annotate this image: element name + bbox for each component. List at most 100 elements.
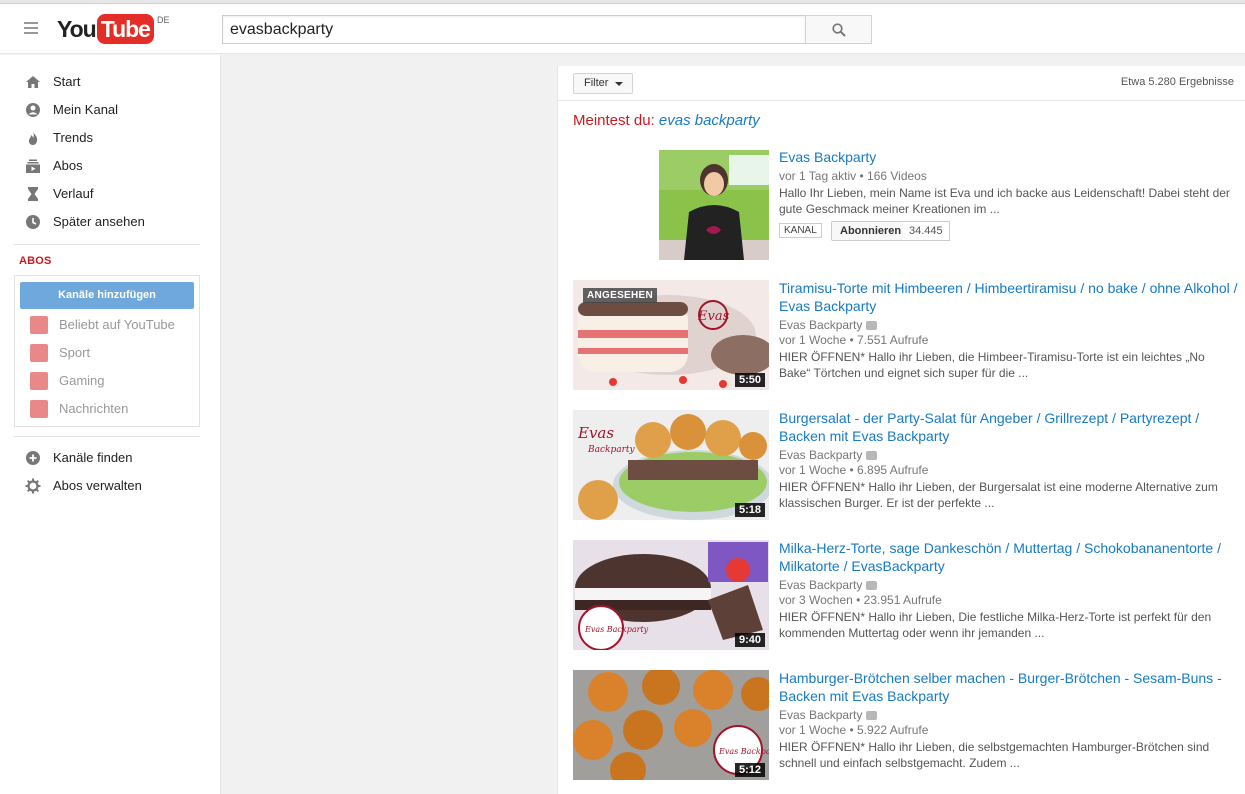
did-you-mean: Meintest du: evas backparty — [573, 112, 760, 129]
search-input[interactable]: evasbackparty — [222, 15, 806, 44]
nav-manage-abos-label: Abos verwalten — [53, 478, 142, 493]
nav-my-channel-label: Mein Kanal — [53, 102, 119, 117]
svg-text:Evas Backparty: Evas Backparty — [584, 625, 649, 634]
video-channel-name: Evas Backparty — [779, 708, 863, 722]
video-channel-name: Evas Backparty — [779, 318, 863, 332]
filter-button[interactable]: Filter — [573, 73, 633, 94]
nav-watch-later-label: Später ansehen — [53, 214, 145, 229]
video-thumbnail[interactable]: Evas Backparty 9:40 — [573, 540, 769, 650]
flame-icon — [28, 131, 38, 145]
nav-abos-label: Abos — [53, 158, 83, 173]
svg-text:Evas: Evas — [697, 309, 730, 324]
did-you-mean-link[interactable]: evas backparty — [659, 112, 760, 129]
channel-thumbnail[interactable] — [659, 150, 769, 260]
video-title[interactable]: Burgersalat - der Party-Salat für Angebe… — [779, 409, 1239, 445]
video-duration: 9:40 — [734, 633, 765, 647]
results-panel: Filter Etwa 5.280 Ergebnisse Meintest du… — [557, 66, 1245, 794]
gear-icon — [25, 478, 41, 494]
video-meta: vor 1 Woche • 7.551 Aufrufe — [779, 333, 929, 347]
masthead: You Tube DE evasbackparty — [0, 4, 1245, 54]
channel-meta: vor 1 Tag aktiv • 166 Videos — [779, 169, 927, 183]
channel-description: Hallo Ihr Lieben, mein Name ist Eva und … — [779, 186, 1230, 216]
clock-icon — [26, 215, 40, 229]
video-description: HIER ÖFFNEN* Hallo ihr Lieben, die Himbe… — [779, 350, 1205, 380]
nav-start[interactable]: Start — [0, 68, 220, 96]
add-channels-button[interactable]: Kanäle hinzufügen — [20, 282, 194, 309]
nav-my-channel[interactable]: Mein Kanal — [0, 96, 220, 124]
channel-title[interactable]: Evas Backparty — [779, 149, 876, 165]
nav-abos[interactable]: Abos — [0, 152, 220, 180]
logo-region: DE — [156, 15, 170, 25]
video-duration: 5:18 — [734, 503, 765, 517]
video-meta: vor 3 Wochen • 23.951 Aufrufe — [779, 593, 942, 607]
watched-badge: ANGESEHEN — [583, 288, 658, 303]
video-title[interactable]: Tiramisu-Torte mit Himbeeren / Himbeerti… — [779, 279, 1239, 315]
logo-you: You — [57, 16, 97, 42]
svg-text:Evas: Evas — [577, 424, 614, 442]
video-channel[interactable]: Evas Backparty — [779, 318, 878, 332]
subscriber-count: 34.445 — [903, 221, 950, 241]
svg-text:Backparty: Backparty — [587, 445, 636, 455]
video-thumbnail[interactable]: Evas Backparty 5:12 — [573, 670, 769, 780]
sidebar-divider — [14, 436, 200, 437]
nav-watch-later[interactable]: Später ansehen — [0, 208, 220, 236]
video-channel[interactable]: Evas Backparty — [779, 448, 878, 462]
results-divider — [558, 100, 1245, 101]
nav-history[interactable]: Verlauf — [0, 180, 220, 208]
nav-find-channels-label: Kanäle finden — [53, 450, 133, 465]
nav-find-channels[interactable]: Kanäle finden — [0, 444, 220, 472]
sub-item-gaming[interactable]: Gaming — [15, 367, 199, 393]
sub-item-label: Nachrichten — [59, 401, 129, 416]
news-icon — [30, 400, 48, 418]
video-description: HIER ÖFFNEN* Hallo ihr Lieben, die selbs… — [779, 740, 1210, 770]
star-icon — [30, 316, 48, 334]
nav-start-label: Start — [53, 74, 81, 89]
abos-heading: ABOS — [19, 255, 52, 267]
logo-tube: Tube — [96, 14, 154, 44]
nav-trends-label: Trends — [53, 130, 93, 145]
nav-history-label: Verlauf — [53, 186, 94, 201]
verified-icon — [866, 711, 878, 720]
nav-trends[interactable]: Trends — [0, 124, 220, 152]
video-channel-name: Evas Backparty — [779, 578, 863, 592]
search-button[interactable] — [805, 15, 872, 44]
video-title[interactable]: Milka-Herz-Torte, sage Dankeschön / Mutt… — [779, 539, 1239, 575]
sub-item-label: Gaming — [59, 373, 105, 388]
subscriptions-icon — [26, 159, 40, 173]
abos-box: Kanäle hinzufügen Beliebt auf YouTube Sp… — [14, 275, 200, 427]
sub-item-label: Sport — [59, 345, 91, 360]
sidebar-divider — [14, 244, 200, 245]
youtube-logo[interactable]: You Tube DE — [57, 14, 169, 44]
hourglass-icon — [28, 187, 38, 201]
subscribe-button[interactable]: Abonnieren — [831, 221, 911, 241]
filter-label: Filter — [584, 77, 609, 89]
video-channel[interactable]: Evas Backparty — [779, 708, 878, 722]
guide-sidebar: Start Mein Kanal Trends Abos Verlauf Spä… — [0, 55, 221, 794]
chevron-down-icon — [615, 82, 623, 86]
menu-icon[interactable] — [24, 22, 40, 34]
video-channel-name: Evas Backparty — [779, 448, 863, 462]
video-description: HIER ÖFFNEN* Hallo ihr Lieben, Die festl… — [779, 610, 1212, 640]
video-thumbnail[interactable]: Evas ANGESEHEN 5:50 — [573, 280, 769, 390]
video-meta: vor 1 Woche • 6.895 Aufrufe — [779, 463, 929, 477]
video-description: HIER ÖFFNEN* Hallo ihr Lieben, der Burge… — [779, 480, 1218, 510]
account-icon — [26, 103, 40, 117]
did-you-mean-prefix: Meintest du: — [573, 112, 655, 129]
video-thumbnail[interactable]: Evas Backparty 5:18 — [573, 410, 769, 520]
svg-text:Evas Backparty: Evas Backparty — [718, 747, 769, 756]
gamepad-icon — [30, 372, 48, 390]
plus-circle-icon — [26, 451, 40, 465]
sub-item-news[interactable]: Nachrichten — [15, 395, 199, 421]
video-duration: 5:12 — [734, 763, 765, 777]
video-duration: 5:50 — [734, 373, 765, 387]
sub-item-sport[interactable]: Sport — [15, 339, 199, 365]
verified-icon — [866, 321, 878, 330]
sub-item-label: Beliebt auf YouTube — [59, 317, 175, 332]
nav-manage-abos[interactable]: Abos verwalten — [0, 472, 220, 500]
results-count: Etwa 5.280 Ergebnisse — [1120, 76, 1234, 88]
verified-icon — [866, 451, 878, 460]
sub-item-popular[interactable]: Beliebt auf YouTube — [15, 311, 199, 337]
channel-badge: KANAL — [779, 223, 822, 238]
video-channel[interactable]: Evas Backparty — [779, 578, 878, 592]
video-title[interactable]: Hamburger-Brötchen selber machen - Burge… — [779, 669, 1239, 705]
